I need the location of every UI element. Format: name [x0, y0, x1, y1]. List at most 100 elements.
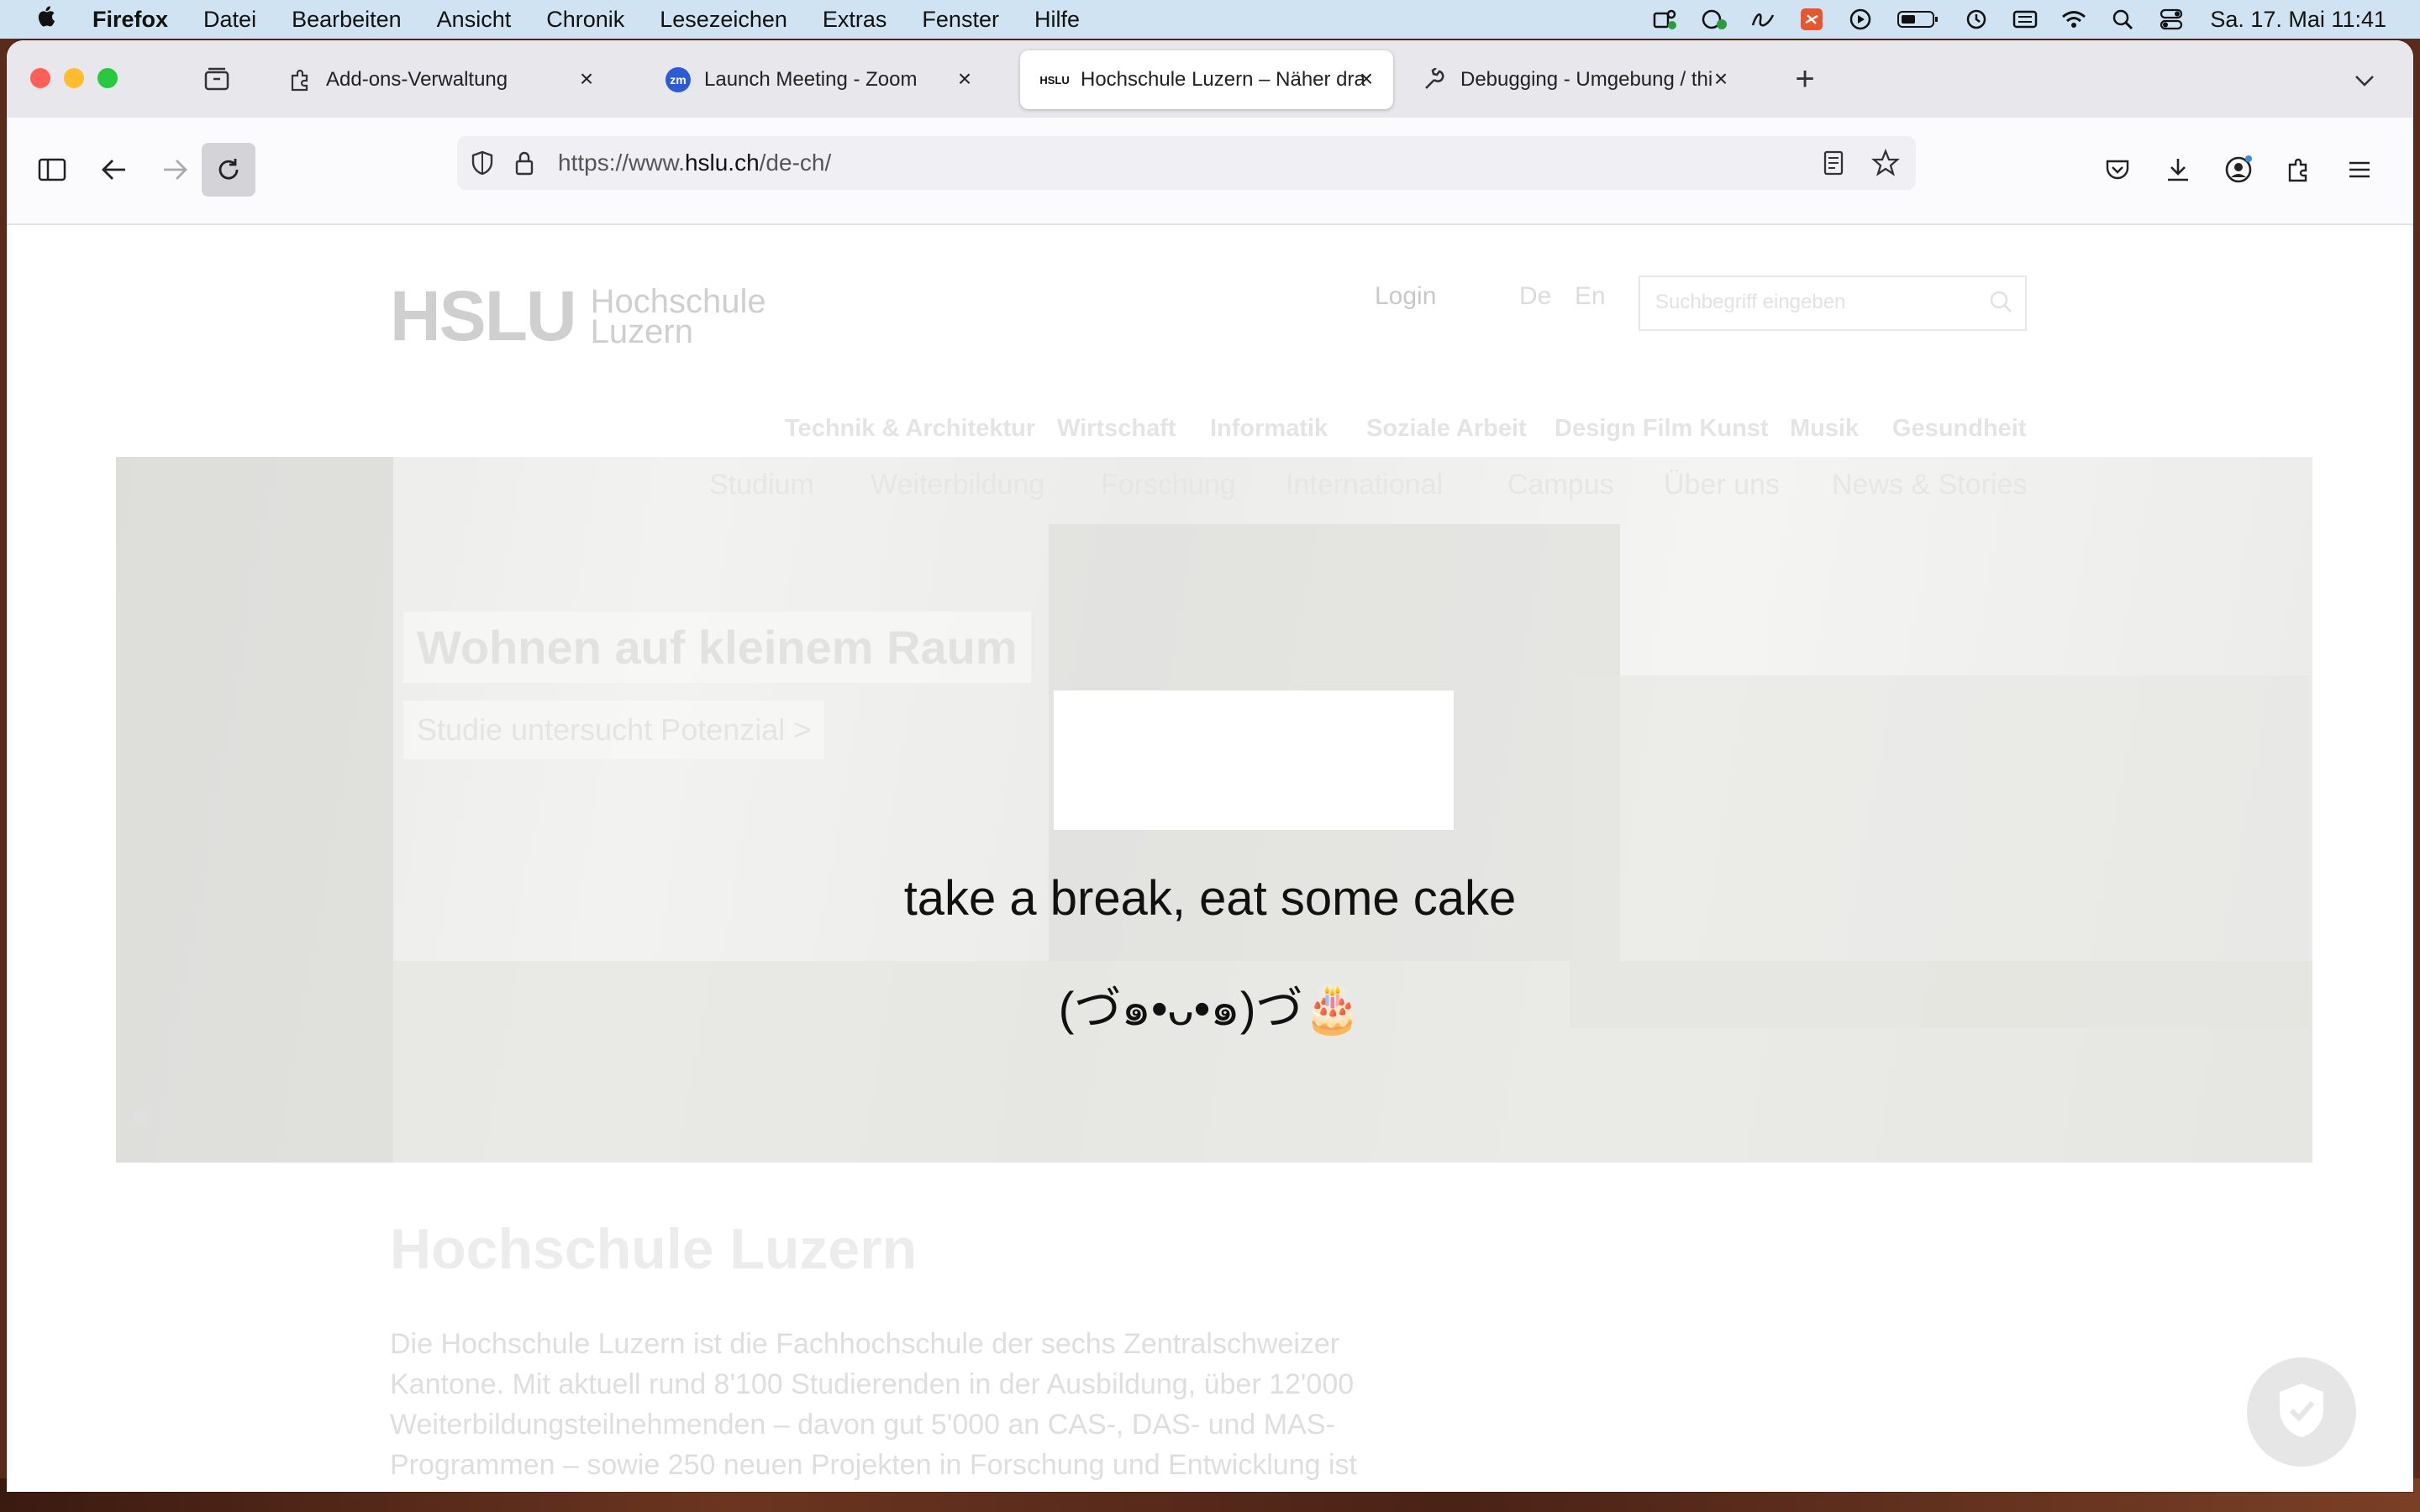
teams-icon[interactable] [1652, 8, 1679, 31]
menu-extras[interactable]: Extras [823, 7, 887, 33]
nav-news-stories[interactable]: News & Stories [1832, 469, 2027, 501]
url-path: /de-ch/ [759, 150, 832, 176]
menu-app-name[interactable]: Firefox [92, 7, 168, 33]
menu-bar-status-area: Sa. 17. Mai 11:41 [1630, 0, 2386, 39]
hero-link[interactable]: Studie untersucht Potenzial > [403, 701, 825, 759]
faculty-link-musik[interactable]: Musik [1790, 415, 1859, 443]
url-text[interactable]: https://www.hslu.ch/de-ch/ [558, 150, 831, 176]
search-placeholder: Suchbegriff eingeben [1655, 291, 1846, 313]
privacy-shield-button[interactable] [2247, 1357, 2356, 1467]
menu-ansicht[interactable]: Ansicht [437, 7, 512, 33]
language-en-link[interactable]: En [1575, 282, 1606, 311]
forward-button[interactable] [148, 143, 202, 197]
nav-forschung[interactable]: Forschung [1101, 469, 1236, 501]
web-page-content: HSLU Hochschule Luzern Login De En Suchb… [7, 225, 2413, 1492]
tab-debugging[interactable]: Debugging - Umgebung / this-firefox × [1400, 50, 1751, 109]
nav-campus[interactable]: Campus [1507, 469, 1614, 501]
logo-subtitle: Hochschule Luzern [590, 285, 766, 350]
zoom-icon: zm [666, 67, 691, 92]
reader-view-icon[interactable] [1818, 148, 1849, 178]
control-center-icon[interactable] [2158, 8, 2185, 31]
shield-check-icon [2275, 1380, 2328, 1445]
url-bar[interactable]: https://www.hslu.ch/de-ch/ [457, 136, 1916, 190]
tab-bar: Add-ons-Verwaltung × zm Launch Meeting -… [7, 40, 2413, 118]
puzzle-icon [287, 67, 313, 92]
tab-close-icon[interactable]: × [1709, 67, 1733, 91]
tab-hslu[interactable]: HSLU Hochschule Luzern – Näher dran × [1020, 50, 1393, 109]
hslu-icon: HSLU [1039, 67, 1069, 92]
close-window-button[interactable] [30, 68, 50, 88]
hero-image-window [1054, 690, 1454, 830]
new-tab-button[interactable]: + [1788, 62, 1822, 96]
signature-icon[interactable] [1749, 8, 1776, 31]
macos-menu-bar: Firefox Datei Bearbeiten Ansicht Chronik… [0, 0, 2420, 39]
intro-heading: Hochschule Luzern [390, 1217, 918, 1281]
faculty-link-soziale-arbeit[interactable]: Soziale Arbeit [1366, 415, 1527, 443]
tab-close-icon[interactable]: × [953, 67, 976, 91]
logo-wordmark: HSLU [390, 276, 577, 355]
spotlight-search-icon[interactable] [2109, 8, 2136, 31]
extensions-icon[interactable] [2272, 143, 2326, 197]
screenshot-app-icon[interactable] [1798, 8, 1825, 31]
cloud-sync-icon[interactable] [1701, 8, 1728, 31]
nav-ueber-uns[interactable]: Über uns [1664, 469, 1780, 501]
faculty-link-wirtschaft[interactable]: Wirtschaft [1057, 415, 1176, 443]
tab-label: Hochschule Luzern – Näher dran [1081, 68, 1366, 91]
pocket-icon[interactable] [2091, 143, 2144, 197]
zoom-window-button[interactable] [97, 68, 118, 88]
menu-chronik[interactable]: Chronik [546, 7, 624, 33]
login-link[interactable]: Login [1375, 282, 1436, 311]
menu-fenster[interactable]: Fenster [922, 7, 999, 33]
logo-line-2: Luzern [590, 312, 693, 350]
wifi-icon[interactable] [2060, 8, 2087, 31]
language-de-link[interactable]: De [1519, 282, 1551, 311]
menu-hilfe[interactable]: Hilfe [1034, 7, 1080, 33]
battery-icon[interactable] [1896, 8, 1941, 31]
back-button[interactable] [87, 143, 141, 197]
firefox-window: Add-ons-Verwaltung × zm Launch Meeting -… [7, 40, 2413, 1492]
hamburger-menu-icon[interactable] [2333, 143, 2386, 197]
hero-banner[interactable]: Wohnen auf kleinem Raum Studie untersuch… [116, 457, 2312, 1163]
tab-addons[interactable]: Add-ons-Verwaltung × [266, 50, 617, 109]
menu-datei[interactable]: Datei [203, 7, 256, 33]
bookmark-star-icon[interactable] [1870, 148, 1901, 178]
firefox-view-icon[interactable] [202, 64, 232, 94]
tab-label: Add-ons-Verwaltung [326, 68, 508, 91]
minimize-window-button[interactable] [64, 68, 84, 88]
play-icon[interactable] [1847, 8, 1874, 31]
hero-image-shade [116, 457, 393, 1163]
keyboard-input-icon[interactable] [2012, 8, 2039, 31]
break-kaomoji: (づ๑•ᴗ•๑)づ🎂 [1058, 982, 1362, 1035]
menu-bar-clock[interactable]: Sa. 17. Mai 11:41 [2210, 7, 2386, 33]
wrench-icon [1422, 67, 1447, 92]
sidebar-toggle-icon[interactable] [25, 143, 79, 197]
search-icon[interactable] [1988, 289, 2013, 318]
menu-bearbeiten[interactable]: Bearbeiten [292, 7, 402, 33]
tab-zoom[interactable]: zm Launch Meeting - Zoom × [644, 50, 995, 109]
faculty-link-design[interactable]: Design Film Kunst [1555, 415, 1769, 443]
faculty-link-gesundheit[interactable]: Gesundheit [1892, 415, 2027, 443]
list-all-tabs-icon[interactable] [2349, 66, 2380, 96]
tab-close-icon[interactable]: × [1355, 67, 1378, 91]
url-prefix: https://www. [558, 150, 685, 176]
downloads-icon[interactable] [2151, 143, 2205, 197]
break-message: take a break, eat some cake [903, 871, 1517, 926]
carousel-dot[interactable] [134, 1110, 151, 1127]
nav-weiterbildung[interactable]: Weiterbildung [871, 469, 1044, 501]
nav-international[interactable]: International [1286, 469, 1443, 501]
hslu-logo[interactable]: HSLU Hochschule Luzern [390, 276, 766, 357]
site-search-input[interactable]: Suchbegriff eingeben [1639, 276, 2027, 331]
time-machine-icon[interactable] [1963, 8, 1990, 31]
tab-close-icon[interactable]: × [575, 67, 598, 91]
faculty-link-informatik[interactable]: Informatik [1210, 415, 1328, 443]
apple-menu-icon[interactable] [30, 3, 59, 36]
faculty-link-technik[interactable]: Technik & Architektur [785, 415, 1035, 443]
hero-title: Wohnen auf kleinem Raum [403, 612, 1031, 683]
tracking-protection-shield-icon[interactable] [467, 148, 497, 178]
account-icon[interactable] [2212, 143, 2265, 197]
lock-icon[interactable] [509, 148, 539, 178]
reload-button[interactable] [202, 143, 255, 197]
nav-studium[interactable]: Studium [709, 469, 814, 501]
url-domain: hslu.ch [684, 150, 760, 176]
menu-lesezeichen[interactable]: Lesezeichen [660, 7, 787, 33]
